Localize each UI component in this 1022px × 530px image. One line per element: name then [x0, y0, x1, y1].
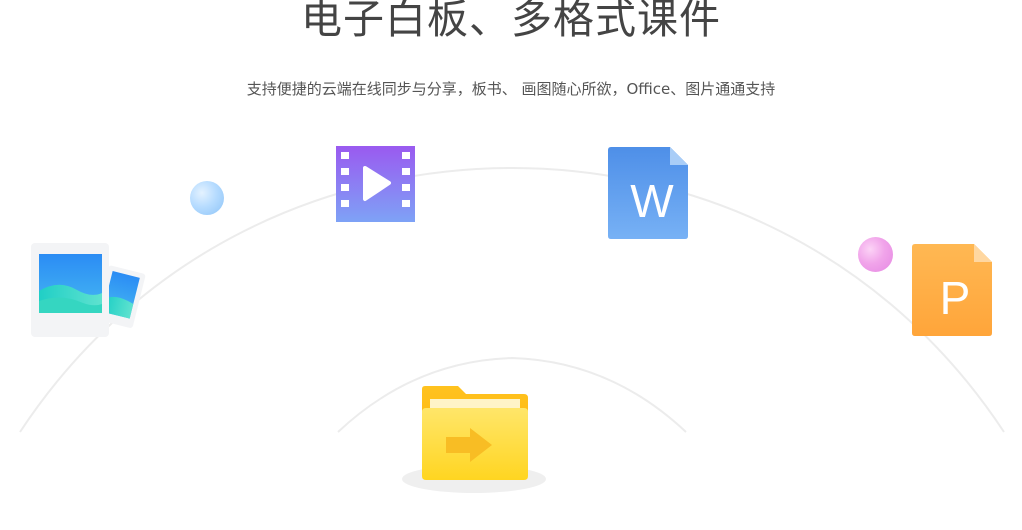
powerpoint-file-icon: P	[912, 244, 992, 336]
page-subtitle: 支持便捷的云端在线同步与分享，板书、 画图随心所欲，Office、图片通通支持	[246, 80, 776, 98]
decorative-dot-blue	[190, 181, 224, 215]
page-title: 电子白板、多格式课件	[301, 0, 721, 43]
folder-icon	[402, 386, 546, 493]
video-file-icon	[336, 146, 415, 222]
word-letter: W	[630, 175, 674, 227]
feature-section: 电子白板、多格式课件 支持便捷的云端在线同步与分享，板书、 画图随心所欲，Off…	[0, 0, 1022, 530]
image-file-icon	[31, 243, 146, 337]
decorative-dot-pink	[858, 237, 893, 272]
word-file-icon: W	[608, 147, 688, 239]
powerpoint-letter: P	[940, 272, 971, 324]
